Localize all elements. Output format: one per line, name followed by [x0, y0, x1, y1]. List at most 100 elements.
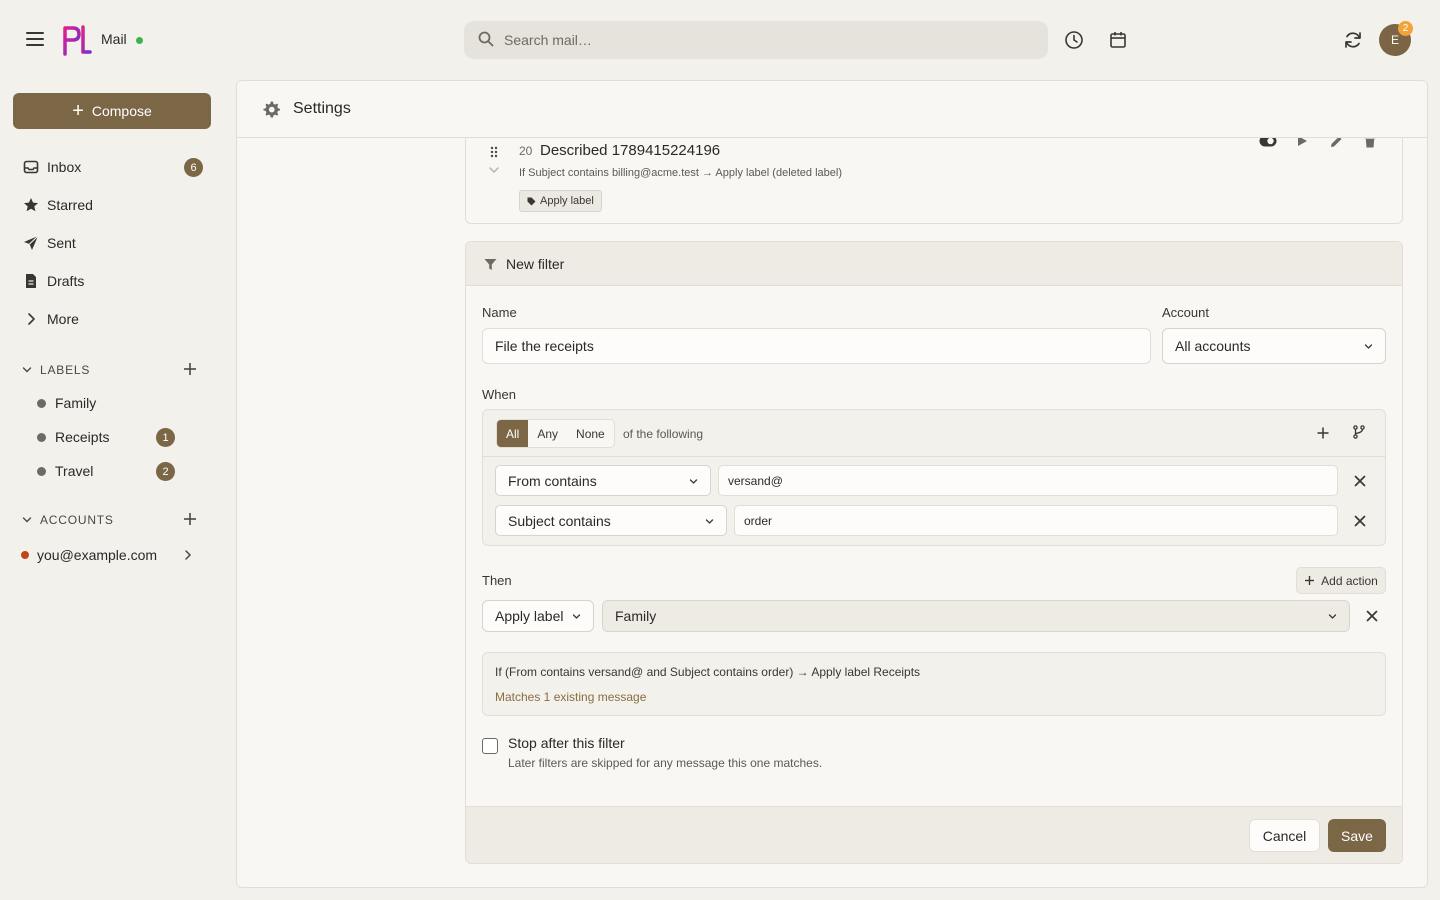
draft-icon [26, 274, 36, 288]
sidebar-item-label: Drafts [47, 273, 85, 289]
unread-count-badge: 6 [184, 158, 203, 177]
label-color-dot [37, 398, 46, 408]
remove-condition-icon[interactable] [1352, 513, 1368, 529]
action-type-select[interactable]: Apply label [482, 600, 594, 632]
app-logo [63, 25, 92, 56]
sidebar-item-label: Starred [47, 197, 93, 213]
label-name: Family [55, 395, 97, 411]
sidebar-label-travel[interactable]: Travel 2 [30, 457, 190, 485]
new-filter-card: New filter Name Account All accounts Whe… [465, 241, 1403, 864]
match-mode-toggle: All Any None [496, 419, 615, 448]
account-select[interactable]: All accounts [1162, 328, 1386, 364]
match-count-text: Matches 1 existing message [495, 690, 647, 704]
action-label-select[interactable]: Family [602, 600, 1350, 632]
chevron-down-icon [22, 517, 32, 523]
add-action-button[interactable]: Add action [1296, 567, 1386, 594]
app-name: Mail [101, 31, 127, 47]
sidebar-item-drafts[interactable]: Drafts [13, 264, 211, 298]
labels-section-toggle[interactable]: LABELS [22, 360, 90, 380]
chevron-down-icon [572, 614, 581, 619]
search-icon [478, 31, 494, 47]
match-mode-suffix: of the following [623, 427, 704, 441]
plus-icon [1305, 576, 1315, 585]
action-type-value: Apply label [495, 608, 564, 624]
sidebar-item-label: Sent [47, 235, 76, 251]
search-bar [464, 21, 1048, 59]
label-color-dot [37, 466, 46, 476]
condition-value-input[interactable] [734, 505, 1338, 536]
stop-after-checkbox[interactable] [482, 738, 498, 754]
compose-button[interactable]: + Compose [13, 93, 211, 129]
filter-summary: If (From contains versand@ and Subject c… [482, 652, 1386, 716]
inbox-icon [23, 160, 39, 174]
sidebar-item-inbox[interactable]: Inbox 6 [13, 150, 211, 184]
labels-heading: LABELS [40, 363, 91, 377]
gear-icon [263, 101, 281, 118]
label-color-dot [37, 432, 46, 442]
add-condition-icon[interactable] [1316, 426, 1330, 440]
condition-value-input[interactable] [718, 465, 1338, 496]
sidebar-item-label: Inbox [47, 159, 82, 175]
match-mode-all[interactable]: All [497, 420, 529, 447]
settings-header: Settings [237, 81, 1427, 138]
label-name: Receipts [55, 429, 110, 445]
sidebar-item-sent[interactable]: Sent [13, 226, 211, 260]
sidebar-item-more[interactable]: More [13, 302, 211, 336]
sidebar-item-starred[interactable]: Starred [13, 188, 211, 222]
calendar-icon[interactable] [1107, 29, 1129, 51]
add-label-icon[interactable] [182, 361, 198, 377]
chevron-down-icon [22, 367, 32, 373]
condition-field-select[interactable]: From contains [495, 465, 711, 496]
condition-field-value: From contains [508, 472, 597, 489]
chevron-right-icon [185, 550, 192, 560]
filter-footer: Cancel Save [466, 806, 1402, 863]
drag-handle-icon[interactable] [487, 145, 501, 159]
new-filter-title: New filter [506, 256, 565, 272]
rule-description: If Subject contains billing@acme.test → … [519, 167, 843, 179]
menu-icon[interactable] [26, 32, 44, 48]
account-select-value: All accounts [1175, 338, 1251, 354]
label-name: Travel [55, 463, 94, 479]
filter-icon [484, 259, 497, 270]
when-label: When [482, 387, 516, 402]
accounts-section-toggle[interactable]: ACCOUNTS [22, 510, 114, 530]
sidebar-label-receipts[interactable]: Receipts 1 [30, 423, 190, 451]
new-filter-header: New filter [466, 242, 1402, 286]
account-color-dot [21, 551, 29, 559]
add-account-icon[interactable] [182, 511, 198, 527]
label-count-badge: 1 [156, 428, 175, 447]
refresh-icon[interactable] [1342, 29, 1364, 51]
conditions-toolbar: All Any None of the following [483, 410, 1385, 457]
then-label: Then [482, 573, 512, 588]
rule-name: Described 1789415224196 [540, 142, 721, 159]
chevron-right-icon [28, 313, 35, 325]
filter-name-input[interactable] [482, 328, 1151, 364]
send-icon [24, 235, 39, 250]
save-button[interactable]: Save [1328, 819, 1386, 852]
add-condition-group-icon[interactable] [1352, 425, 1366, 439]
status-dot [136, 37, 143, 44]
name-label: Name [482, 305, 517, 320]
remove-condition-icon[interactable] [1352, 473, 1368, 489]
chevron-down-icon [705, 519, 714, 524]
compose-label: Compose [91, 103, 152, 119]
rule-number: 20 [519, 144, 533, 158]
star-icon [24, 198, 38, 212]
chevron-down-icon [1328, 614, 1337, 619]
plus-icon: + [72, 100, 84, 122]
match-mode-none[interactable]: None [567, 420, 614, 447]
condition-field-select[interactable]: Subject contains [495, 505, 727, 536]
match-mode-any[interactable]: Any [528, 420, 567, 447]
clock-icon[interactable] [1063, 29, 1085, 51]
remove-action-icon[interactable] [1364, 608, 1380, 624]
move-down-icon[interactable] [487, 163, 501, 177]
cancel-button[interactable]: Cancel [1249, 819, 1320, 852]
stop-after-label: Stop after this filter [508, 735, 625, 751]
search-input[interactable] [504, 21, 1024, 59]
label-count-badge: 2 [156, 462, 175, 481]
filter-summary-text: If (From contains versand@ and Subject c… [495, 665, 921, 679]
tag-icon [527, 197, 536, 206]
sidebar-account[interactable]: you@example.com [13, 541, 199, 569]
sidebar-label-family[interactable]: Family [30, 389, 190, 417]
rule-action-tag: Apply label [519, 190, 602, 212]
